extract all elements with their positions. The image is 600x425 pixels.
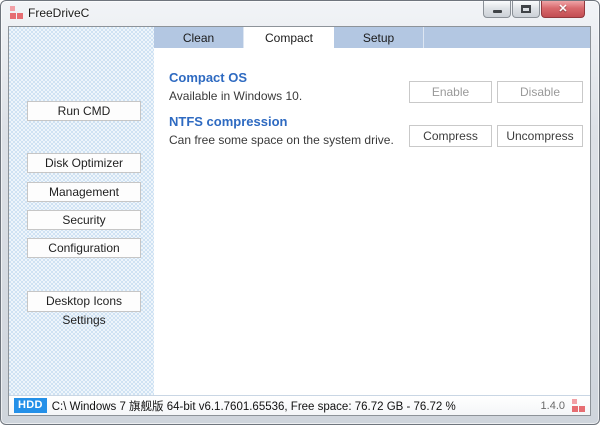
close-button[interactable]: ✕: [541, 1, 585, 18]
section-desc-ntfs-compression: Can free some space on the system drive.: [169, 133, 394, 147]
window-title: FreeDriveC: [28, 6, 90, 20]
sidebar-button-run-cmd[interactable]: Run CMD: [27, 101, 141, 121]
status-bar: HDD C:\ Windows 7 旗舰版 64-bit v6.1.7601.6…: [9, 395, 590, 415]
minimize-button[interactable]: [483, 1, 511, 18]
tab-setup[interactable]: Setup: [334, 27, 424, 48]
section-title-compact-os: Compact OS: [169, 70, 248, 85]
app-logo-mini-icon: [572, 399, 585, 412]
compress-button[interactable]: Compress: [409, 125, 492, 147]
section-compact-os: Compact OS Available in Windows 10.: [169, 70, 302, 103]
maximize-icon: [521, 5, 531, 13]
section-desc-compact-os: Available in Windows 10.: [169, 89, 303, 103]
app-window: FreeDriveC ✕ Run CMD Disk Optimizer Mana…: [0, 0, 600, 425]
titlebar[interactable]: FreeDriveC ✕: [1, 1, 599, 26]
enable-button[interactable]: Enable: [409, 81, 492, 103]
sidebar-button-security[interactable]: Security: [27, 210, 141, 230]
version-label: 1.4.0: [540, 399, 565, 412]
content-panel: Compact OS Available in Windows 10. NTFS…: [154, 48, 590, 395]
client-area: Run CMD Disk Optimizer Management Securi…: [8, 26, 591, 416]
minimize-icon: [492, 9, 502, 13]
uncompress-button[interactable]: Uncompress: [497, 125, 583, 147]
tab-compact[interactable]: Compact: [244, 27, 334, 48]
window-controls: ✕: [482, 1, 585, 18]
disable-button[interactable]: Disable: [497, 81, 583, 103]
sidebar-button-management[interactable]: Management: [27, 182, 141, 202]
section-ntfs-compression: NTFS compression Can free some space on …: [169, 114, 394, 147]
section-title-ntfs-compression: NTFS compression: [169, 114, 288, 129]
sidebar-button-disk-optimizer[interactable]: Disk Optimizer: [27, 153, 141, 173]
app-logo-icon: [10, 6, 23, 19]
drive-type-badge: HDD: [14, 398, 47, 413]
sidebar: Run CMD Disk Optimizer Management Securi…: [9, 27, 154, 395]
close-icon: ✕: [558, 2, 568, 15]
sidebar-button-configuration[interactable]: Configuration: [27, 238, 141, 258]
tab-clean[interactable]: Clean: [154, 27, 244, 48]
maximize-button[interactable]: [512, 1, 540, 18]
sidebar-button-desktop-icons-settings[interactable]: Desktop Icons Settings: [27, 291, 141, 327]
tab-bar: Clean Compact Setup: [154, 27, 590, 48]
system-info-text: C:\ Windows 7 旗舰版 64-bit v6.1.7601.65536…: [51, 400, 456, 413]
